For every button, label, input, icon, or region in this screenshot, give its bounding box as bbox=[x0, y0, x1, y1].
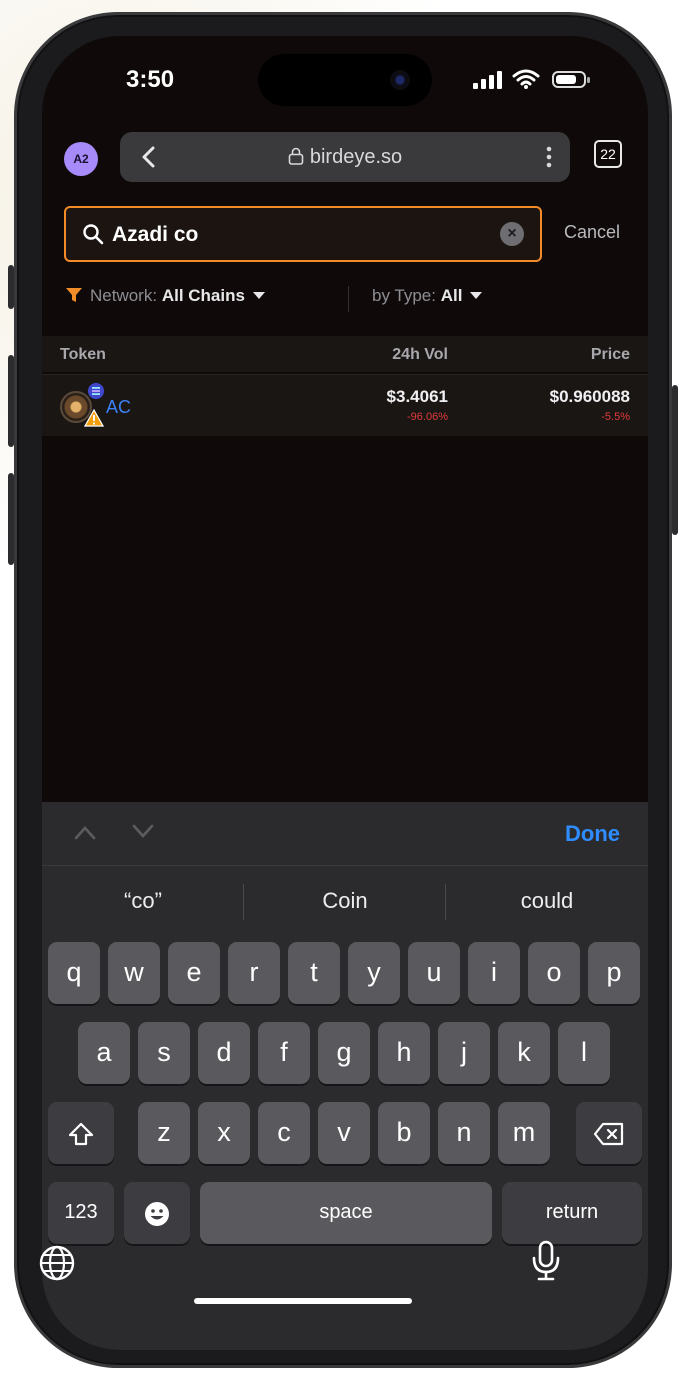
filter-divider bbox=[348, 286, 349, 312]
key-x[interactable]: x bbox=[198, 1102, 250, 1164]
chevron-down-icon[interactable] bbox=[132, 824, 154, 840]
key-t[interactable]: t bbox=[288, 942, 340, 1004]
token-symbol[interactable]: AC bbox=[106, 397, 131, 418]
key-r[interactable]: r bbox=[228, 942, 280, 1004]
solana-chain-icon bbox=[88, 383, 104, 399]
funnel-icon bbox=[66, 288, 82, 302]
key-i[interactable]: i bbox=[468, 942, 520, 1004]
wifi-icon bbox=[512, 69, 540, 89]
cancel-button[interactable]: Cancel bbox=[564, 222, 620, 243]
delete-key[interactable] bbox=[576, 1102, 642, 1164]
key-m[interactable]: m bbox=[498, 1102, 550, 1164]
key-k[interactable]: k bbox=[498, 1022, 550, 1084]
more-vertical-icon[interactable] bbox=[546, 146, 552, 168]
url-text: birdeye.so bbox=[309, 146, 403, 168]
volume-down-button bbox=[8, 473, 14, 565]
keyboard-accessory-bar: Done bbox=[42, 802, 648, 866]
emoji-icon bbox=[145, 1201, 169, 1226]
search-row: Azadi co × Cancel bbox=[42, 200, 648, 268]
backspace-icon bbox=[593, 1122, 624, 1145]
caret-down-icon bbox=[252, 292, 265, 299]
space-key[interactable]: space bbox=[200, 1182, 492, 1244]
table-row[interactable]: AC $3.4061 -96.06% $0.960088 -5.5% bbox=[42, 374, 648, 436]
column-header-volume[interactable]: 24h Vol bbox=[392, 346, 448, 364]
home-indicator[interactable] bbox=[194, 1298, 412, 1304]
search-input[interactable]: Azadi co × bbox=[64, 206, 542, 262]
key-s[interactable]: s bbox=[138, 1022, 190, 1084]
shift-key[interactable] bbox=[48, 1102, 114, 1164]
status-time: 3:50 bbox=[126, 66, 175, 93]
shift-icon bbox=[68, 1122, 94, 1145]
browser-toolbar: A2 birdeye.so 22 bbox=[42, 126, 648, 196]
power-button bbox=[672, 385, 678, 535]
screen: 3:50 A2 birdeye.so 22 Azadi co × Cancel … bbox=[42, 36, 648, 1350]
tab-count-button[interactable]: 22 bbox=[594, 140, 622, 168]
key-q[interactable]: q bbox=[48, 942, 100, 1004]
numbers-key[interactable]: 123 bbox=[48, 1182, 114, 1244]
lock-icon bbox=[288, 147, 304, 165]
volume-cell: $3.4061 -96.06% bbox=[387, 387, 448, 423]
key-a[interactable]: a bbox=[78, 1022, 130, 1084]
key-v[interactable]: v bbox=[318, 1102, 370, 1164]
key-u[interactable]: u bbox=[408, 942, 460, 1004]
column-header-token[interactable]: Token bbox=[60, 346, 106, 364]
globe-icon[interactable] bbox=[38, 1244, 76, 1282]
search-icon bbox=[83, 224, 104, 245]
suggestion-item[interactable]: could bbox=[446, 888, 648, 914]
volume-change: -96.06% bbox=[407, 411, 448, 423]
key-g[interactable]: g bbox=[318, 1022, 370, 1084]
key-o[interactable]: o bbox=[528, 942, 580, 1004]
key-y[interactable]: y bbox=[348, 942, 400, 1004]
network-filter-label: Network: bbox=[90, 286, 158, 305]
network-filter[interactable]: Network: All Chains bbox=[66, 286, 265, 306]
price-cell: $0.960088 -5.5% bbox=[550, 387, 630, 423]
key-l[interactable]: l bbox=[558, 1022, 610, 1084]
microphone-icon[interactable] bbox=[530, 1240, 562, 1282]
return-key[interactable]: return bbox=[502, 1182, 642, 1244]
volume-value: $3.4061 bbox=[386, 387, 448, 406]
type-filter-label: by Type: bbox=[372, 286, 436, 305]
key-d[interactable]: d bbox=[198, 1022, 250, 1084]
url-display: birdeye.so bbox=[120, 146, 570, 169]
done-button[interactable]: Done bbox=[565, 821, 620, 847]
action-button bbox=[8, 265, 14, 309]
key-w[interactable]: w bbox=[108, 942, 160, 1004]
clear-search-icon[interactable]: × bbox=[500, 222, 524, 246]
dynamic-island bbox=[258, 54, 432, 106]
cellular-signal-icon bbox=[473, 71, 502, 89]
key-f[interactable]: f bbox=[258, 1022, 310, 1084]
suggestion-item[interactable]: Coin bbox=[244, 888, 446, 914]
search-query-text: Azadi co bbox=[112, 223, 199, 246]
key-e[interactable]: e bbox=[168, 942, 220, 1004]
key-j[interactable]: j bbox=[438, 1022, 490, 1084]
warning-icon bbox=[84, 409, 104, 427]
key-c[interactable]: c bbox=[258, 1102, 310, 1164]
price-change: -5.5% bbox=[601, 411, 630, 423]
suggestion-item[interactable]: “co” bbox=[42, 888, 244, 914]
network-filter-value: All Chains bbox=[161, 286, 245, 305]
predictive-suggestions: “co” Coin could bbox=[42, 868, 648, 936]
type-filter[interactable]: by Type: All bbox=[372, 286, 483, 306]
results-table-header: Token 24h Vol Price bbox=[42, 336, 648, 372]
profile-avatar[interactable]: A2 bbox=[64, 142, 98, 176]
battery-icon bbox=[552, 71, 590, 88]
price-value: $0.960088 bbox=[549, 387, 630, 406]
chevron-up-icon[interactable] bbox=[74, 824, 96, 840]
key-p[interactable]: p bbox=[588, 942, 640, 1004]
emoji-key[interactable] bbox=[124, 1182, 190, 1244]
key-b[interactable]: b bbox=[378, 1102, 430, 1164]
camera-icon bbox=[390, 70, 410, 90]
key-h[interactable]: h bbox=[378, 1022, 430, 1084]
column-header-price[interactable]: Price bbox=[591, 346, 630, 364]
caret-down-icon bbox=[470, 292, 483, 299]
filter-bar: Network: All Chains by Type: All bbox=[42, 274, 648, 324]
volume-up-button bbox=[8, 355, 14, 447]
type-filter-value: All bbox=[440, 286, 463, 305]
key-z[interactable]: z bbox=[138, 1102, 190, 1164]
address-bar[interactable]: birdeye.so bbox=[120, 132, 570, 182]
key-n[interactable]: n bbox=[438, 1102, 490, 1164]
